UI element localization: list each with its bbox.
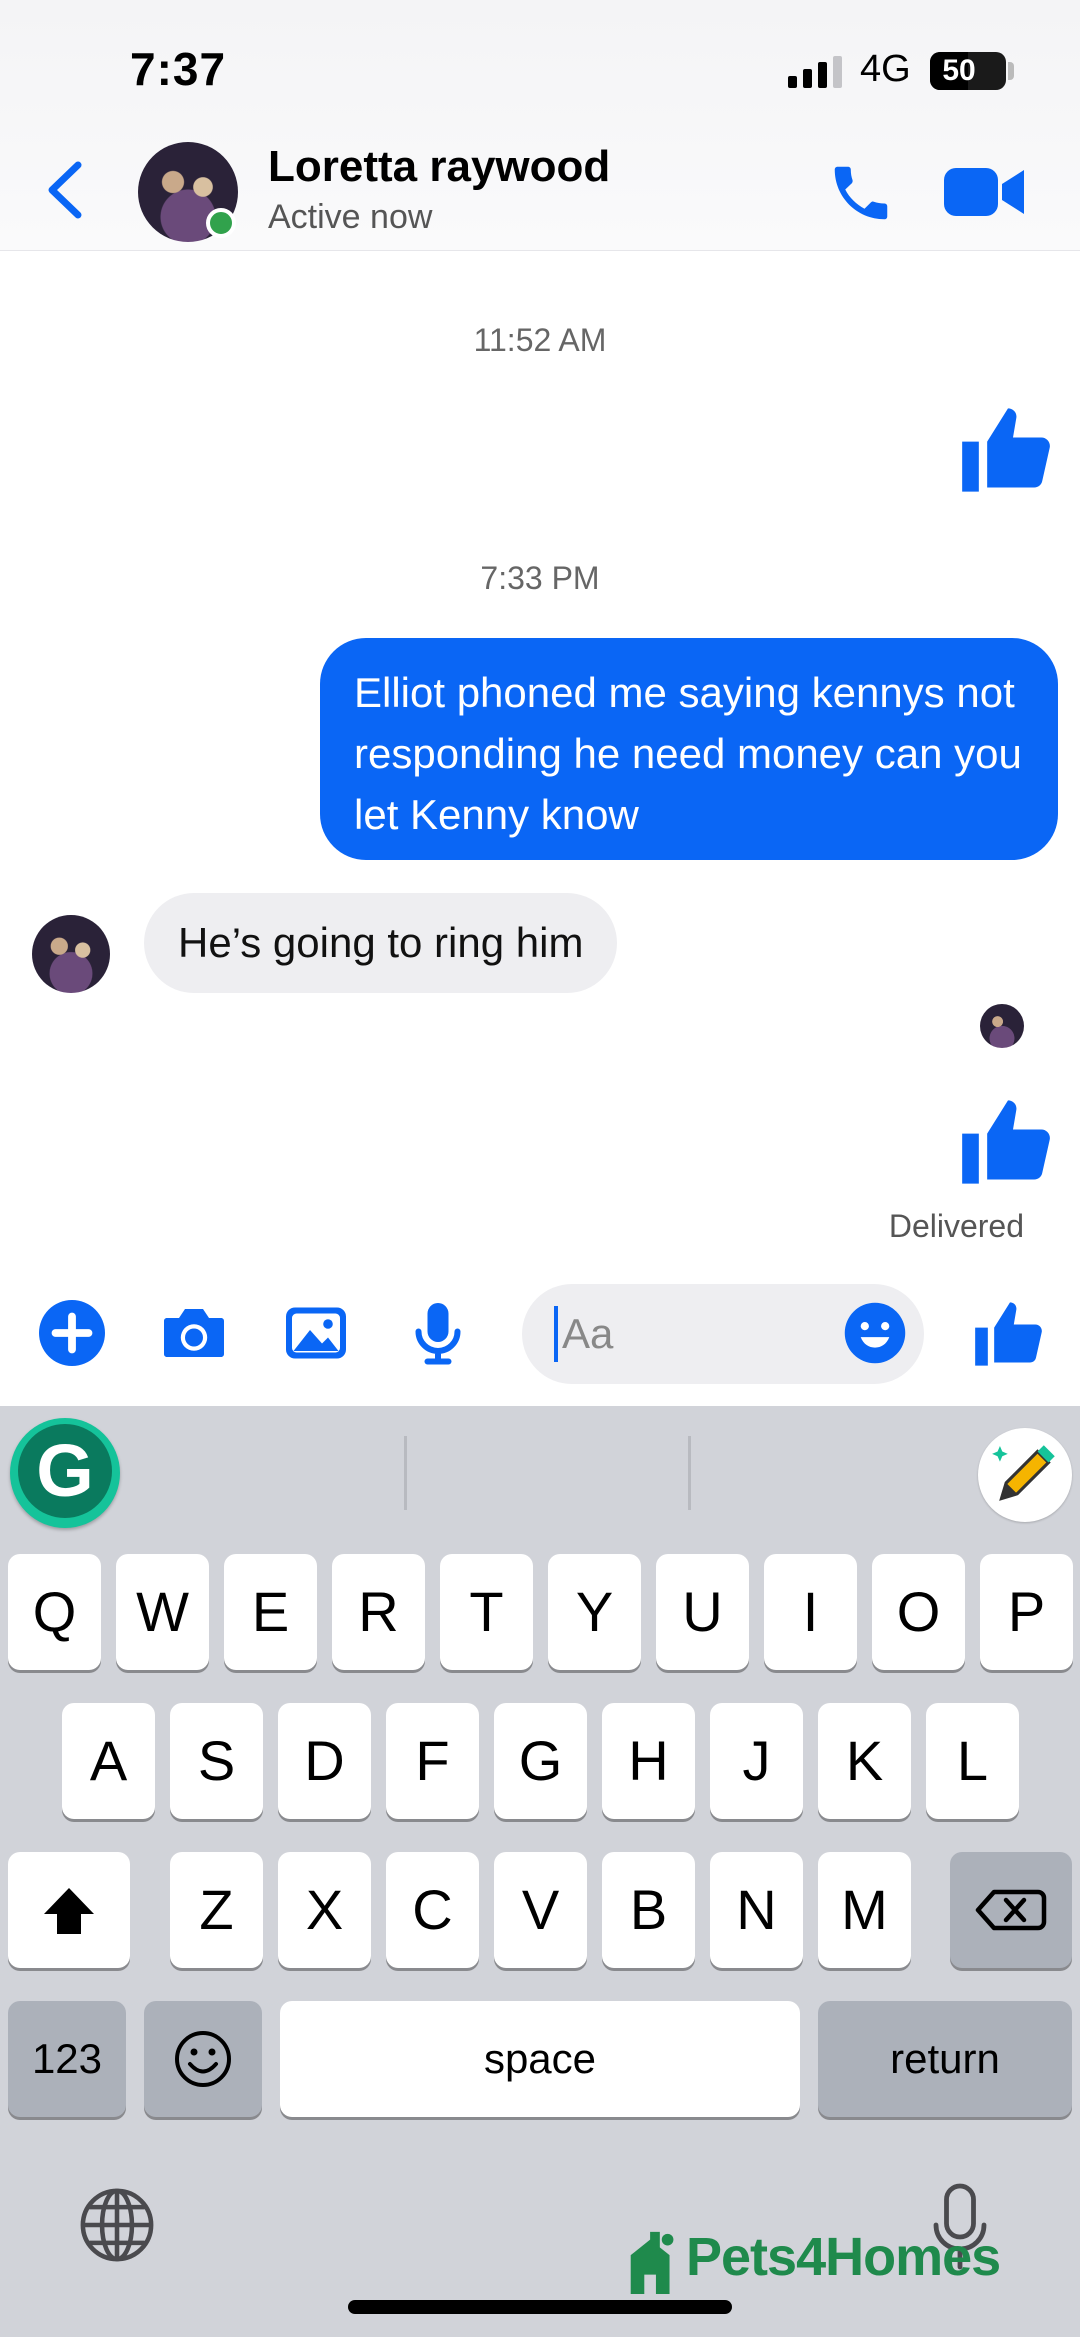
key-s[interactable]: S	[170, 1703, 263, 1819]
key-k[interactable]: K	[818, 1703, 911, 1819]
microphone-icon[interactable]	[402, 1297, 474, 1369]
delivery-status: Delivered	[888, 1208, 1024, 1244]
return-key[interactable]: return	[818, 2001, 1072, 2117]
key-j[interactable]: J	[710, 1703, 803, 1819]
timestamp: 11:52 AM	[473, 322, 607, 358]
photo-icon[interactable]	[280, 1297, 352, 1369]
thumbs-up-icon[interactable]	[958, 400, 1058, 500]
space-key[interactable]: space	[280, 2001, 800, 2117]
key-x[interactable]: X	[278, 1852, 371, 1968]
phone-icon[interactable]	[826, 158, 896, 228]
battery-percent: 50	[942, 54, 976, 87]
key-h[interactable]: H	[602, 1703, 695, 1819]
pencil-glyph	[992, 1445, 1055, 1501]
read-receipt-avatar	[980, 1004, 1024, 1048]
grammarly-letter: G	[36, 1429, 94, 1512]
camera-icon[interactable]	[158, 1297, 230, 1369]
key-f[interactable]: F	[386, 1703, 479, 1819]
key-y[interactable]: Y	[548, 1554, 641, 1670]
key-r[interactable]: R	[332, 1554, 425, 1670]
watermark-text: Pets4Homes	[686, 2227, 1001, 2287]
suggestion-divider	[688, 1436, 691, 1510]
key-c[interactable]: C	[386, 1852, 479, 1968]
key-p[interactable]: P	[980, 1554, 1073, 1670]
message-input-placeholder: Aa	[562, 1310, 614, 1357]
key-v[interactable]: V	[494, 1852, 587, 1968]
status-time: 7:37	[130, 43, 227, 95]
backspace-key[interactable]	[950, 1852, 1072, 1968]
back-chevron-icon[interactable]	[40, 155, 90, 225]
key-n[interactable]: N	[710, 1852, 803, 1968]
video-camera-icon[interactable]	[944, 164, 1024, 220]
watermark: Pets4Homes	[626, 2226, 1001, 2288]
thumbs-up-icon[interactable]	[972, 1296, 1048, 1372]
key-i[interactable]: I	[764, 1554, 857, 1670]
pencil-icon[interactable]	[978, 1428, 1072, 1522]
key-t[interactable]: T	[440, 1554, 533, 1670]
emoji-icon[interactable]	[842, 1300, 908, 1366]
online-indicator	[206, 208, 236, 238]
battery-cap	[1008, 62, 1014, 80]
key-l[interactable]: L	[926, 1703, 1019, 1819]
key-q[interactable]: Q	[8, 1554, 101, 1670]
emoji-face-icon	[175, 2031, 231, 2087]
numbers-key[interactable]: 123	[8, 2001, 126, 2117]
key-o[interactable]: O	[872, 1554, 965, 1670]
contact-name[interactable]: Loretta raywood	[268, 142, 610, 192]
key-u[interactable]: U	[656, 1554, 749, 1670]
key-m[interactable]: M	[818, 1852, 911, 1968]
plus-circle-icon[interactable]	[36, 1297, 108, 1369]
globe-icon[interactable]	[78, 2186, 156, 2264]
key-z[interactable]: Z	[170, 1852, 263, 1968]
emoji-key[interactable]	[144, 2001, 262, 2117]
battery-icon: 50	[930, 52, 1006, 90]
key-e[interactable]: E	[224, 1554, 317, 1670]
key-w[interactable]: W	[116, 1554, 209, 1670]
text-cursor	[554, 1306, 558, 1362]
key-b[interactable]: B	[602, 1852, 695, 1968]
shift-icon	[44, 1888, 94, 1934]
key-g[interactable]: G	[494, 1703, 587, 1819]
home-indicator[interactable]	[348, 2300, 732, 2314]
received-message-bubble[interactable]: He’s going to ring him	[144, 893, 618, 993]
timestamp: 7:33 PM	[480, 560, 600, 596]
signal-icon	[788, 56, 842, 88]
thumbs-up-icon[interactable]	[958, 1092, 1058, 1192]
backspace-icon	[975, 1889, 1047, 1931]
contact-status: Active now	[268, 198, 433, 236]
key-d[interactable]: D	[278, 1703, 371, 1819]
sent-message-bubble[interactable]: Elliot phoned me saying kennys not respo…	[320, 638, 1058, 860]
sender-avatar[interactable]	[32, 915, 110, 993]
network-type: 4G	[860, 48, 911, 90]
suggestion-divider	[404, 1436, 407, 1510]
key-a[interactable]: A	[62, 1703, 155, 1819]
shift-key[interactable]	[8, 1852, 130, 1968]
